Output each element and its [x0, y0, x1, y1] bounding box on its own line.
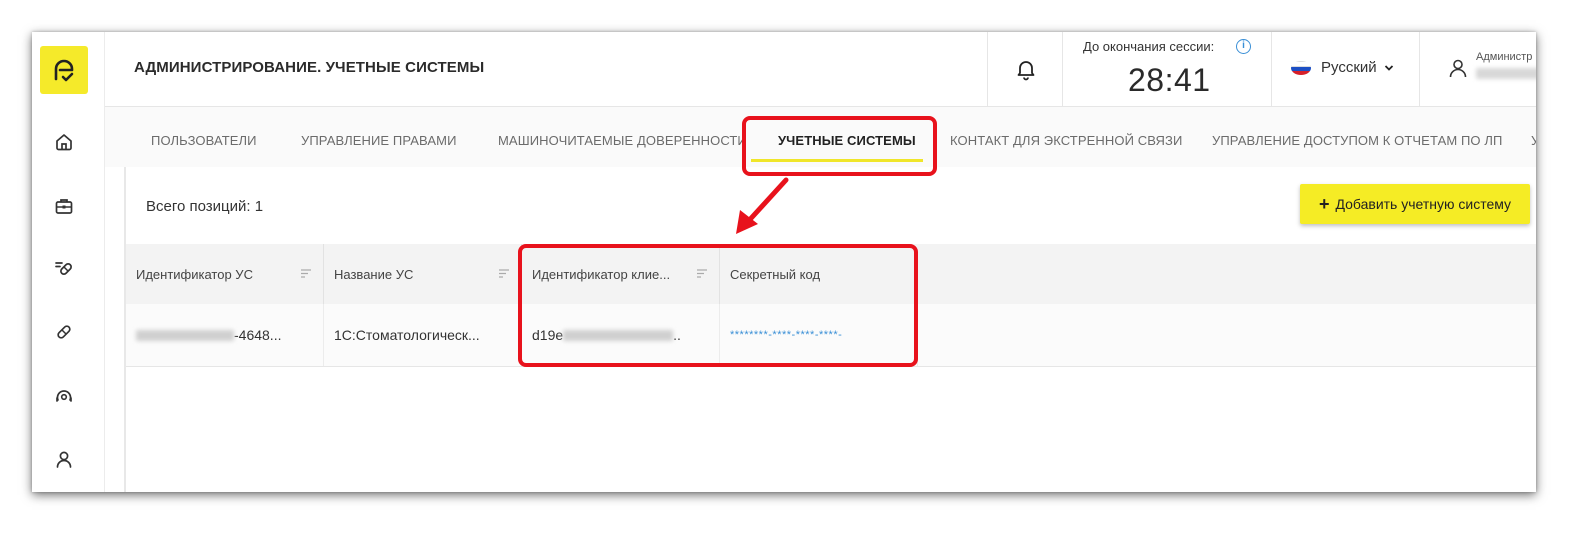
header-divider — [1062, 32, 1063, 106]
redacted-text — [136, 329, 234, 341]
capsule-icon[interactable] — [52, 320, 76, 344]
column-header-secret-code[interactable]: Секретный код — [720, 244, 918, 304]
tab-accounting-systems[interactable]: УЧЕТНЫЕ СИСТЕМЫ — [778, 133, 916, 148]
cell-system-name: 1С:Стоматологическ... — [324, 304, 522, 366]
language-label: Русский — [1321, 59, 1377, 76]
secret-code-link[interactable]: ********-****-****-****- — [730, 329, 842, 341]
cell-secret-code: ********-****-****-****- — [720, 304, 918, 366]
session-timer: 28:41 — [1128, 62, 1211, 98]
home-icon[interactable] — [52, 130, 76, 154]
header-divider — [1271, 32, 1272, 106]
redacted-text — [563, 329, 674, 341]
annotation-arrow — [736, 177, 789, 234]
user-avatar-icon[interactable] — [1447, 57, 1469, 79]
tab-more[interactable]: У — [1531, 133, 1536, 148]
user-name-redacted — [1476, 68, 1536, 79]
cell-system-id: -4648... — [126, 304, 324, 366]
user-icon[interactable] — [52, 447, 76, 471]
table-row[interactable]: -4648... 1С:Стоматологическ... d19e.. **… — [126, 304, 1536, 367]
tab-mchd[interactable]: МАШИНОЧИТАЕМЫЕ ДОВЕРЕННОСТИ — [498, 133, 747, 148]
russia-flag-icon — [1291, 60, 1311, 75]
support-icon[interactable] — [52, 384, 76, 408]
plus-icon: + — [1318, 194, 1330, 214]
page-title: АДМИНИСТРИРОВАНИЕ. УЧЕТНЫЕ СИСТЕМЫ — [134, 59, 485, 76]
briefcase-icon[interactable] — [52, 194, 76, 218]
add-system-button[interactable]: + Добавить учетную систему — [1300, 184, 1530, 224]
sort-icon[interactable] — [301, 269, 311, 278]
active-tab-indicator — [751, 159, 923, 162]
table-header: Идентификатор УС Название УС Идентификат… — [126, 244, 1536, 304]
bell-icon[interactable] — [1014, 57, 1038, 81]
add-system-label: Добавить учетную систему — [1335, 196, 1512, 212]
header: АДМИНИСТРИРОВАНИЕ. УЧЕТНЫЕ СИСТЕМЫ До ок… — [105, 32, 1536, 107]
column-header-system-name[interactable]: Название УС — [324, 244, 522, 304]
tab-report-access[interactable]: УПРАВЛЕНИЕ ДОСТУПОМ К ОТЧЕТАМ ПО ЛП — [1212, 133, 1502, 148]
info-icon[interactable]: i — [1236, 39, 1251, 54]
total-count: Всего позиций: 1 — [146, 198, 264, 215]
sort-icon[interactable] — [499, 269, 509, 278]
header-divider — [1419, 32, 1420, 106]
content-card: Всего позиций: 1 + Добавить учетную сист… — [124, 167, 1536, 492]
chevron-down-icon — [1384, 64, 1393, 71]
column-header-system-id[interactable]: Идентификатор УС — [126, 244, 324, 304]
tab-emergency-contact[interactable]: КОНТАКТ ДЛЯ ЭКСТРЕННОЙ СВЯЗИ — [950, 133, 1182, 148]
logo-icon[interactable] — [40, 46, 88, 94]
column-header-client-id[interactable]: Идентификатор клие... — [522, 244, 720, 304]
cell-client-id: d19e.. — [522, 304, 720, 366]
sort-icon[interactable] — [697, 269, 707, 278]
user-role: Администр — [1476, 51, 1533, 63]
session-label: До окончания сессии: — [1083, 39, 1215, 54]
language-select[interactable]: Русский — [1291, 59, 1395, 76]
tab-rights[interactable]: УПРАВЛЕНИЕ ПРАВАМИ — [301, 133, 457, 148]
sidebar — [32, 32, 105, 492]
pills-icon[interactable] — [52, 257, 76, 281]
tab-bar: ПОЛЬЗОВАТЕЛИ УПРАВЛЕНИЕ ПРАВАМИ МАШИНОЧИ… — [105, 107, 1536, 167]
tab-users[interactable]: ПОЛЬЗОВАТЕЛИ — [151, 133, 257, 148]
app-window: АДМИНИСТРИРОВАНИЕ. УЧЕТНЫЕ СИСТЕМЫ До ок… — [32, 32, 1536, 492]
header-divider — [987, 32, 988, 106]
